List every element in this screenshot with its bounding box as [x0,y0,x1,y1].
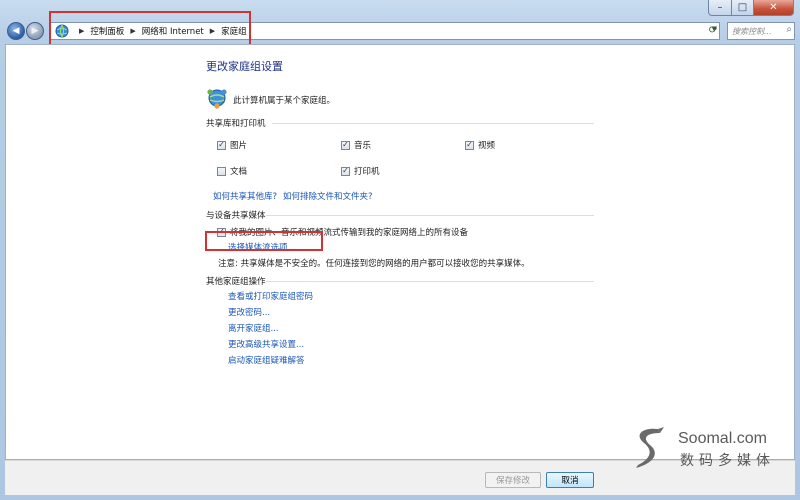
search-placeholder: 搜索控制... [732,26,772,36]
checkbox-music[interactable]: ✓ 音乐 [341,139,371,151]
breadcrumb-network-internet[interactable]: 网络和 Internet [142,25,204,37]
address-bar[interactable]: ▶ 控制面板 ▶ 网络和 Internet ▶ 家庭组 ▼ [50,22,720,40]
refresh-icon: ⟳ [708,24,718,36]
checkbox-label: 文档 [230,167,248,177]
checkbox-box[interactable]: ✓ [217,140,226,150]
link-media-stream-options[interactable]: 选择媒体流选项... [228,241,296,253]
chevron-right-icon: ▶ [79,27,85,35]
checkbox-box[interactable]: ✓ [217,227,226,237]
link-exclude-files[interactable]: 如何排除文件和文件夹? [283,190,373,202]
close-button[interactable]: ✕ [754,0,794,16]
search-input[interactable]: 搜索控制... ⌕ [727,22,795,40]
maximize-button[interactable]: □ [732,0,754,16]
checkbox-printers[interactable]: ✓ 打印机 [341,165,380,177]
link-troubleshooter[interactable]: 启动家庭组疑难解答 [228,354,305,366]
link-advanced-sharing[interactable]: 更改高级共享设置... [228,338,304,350]
watermark-brand-cn: 数码多媒体 [680,453,775,469]
watermark: Soomal.com 数码多媒体 [628,425,778,470]
checkbox-label: 打印机 [354,167,380,177]
checkbox-pictures[interactable]: ✓ 图片 [217,139,247,151]
minimize-button[interactable]: – [708,0,732,16]
homegroup-icon [207,89,227,109]
navigation-bar: ◀ ▶ ▶ 控制面板 ▶ 网络和 Internet ▶ 家庭组 ▼ ⟳ 搜索控制… [0,19,800,43]
link-leave-homegroup[interactable]: 离开家庭组... [228,322,279,334]
arrow-right-icon: ▶ [31,26,39,36]
forward-button[interactable]: ▶ [26,22,44,40]
network-globe-icon [55,24,69,38]
checkbox-box[interactable]: ✓ [465,140,474,150]
back-button[interactable]: ◀ [7,22,25,40]
save-changes-button[interactable]: 保存修改 [485,472,541,488]
section-header-media: 与设备共享媒体 [206,211,266,221]
watermark-brand-en: Soomal.com [678,430,767,447]
homegroup-status: 此计算机属于某个家庭组。 [233,96,336,106]
checkbox-box[interactable]: ✓ [341,166,350,176]
breadcrumb-homegroup[interactable]: 家庭组 [221,25,247,37]
divider [272,123,594,124]
checkbox-box[interactable]: ✓ [341,140,350,150]
link-change-password[interactable]: 更改密码... [228,306,270,318]
content-pane [5,44,795,460]
window-controls: – □ ✕ [708,0,794,16]
checkbox-label: 视频 [478,141,496,151]
checkbox-video[interactable]: ✓ 视频 [465,139,495,151]
divider [266,281,594,282]
soomal-logo-icon [636,427,664,468]
checkbox-label: 音乐 [354,141,372,151]
divider [266,215,594,216]
checkbox-box[interactable] [217,166,226,176]
arrow-left-icon: ◀ [12,26,20,36]
section-header-other-actions: 其他家庭组操作 [206,277,266,287]
search-icon: ⌕ [786,24,792,35]
checkbox-stream-media[interactable]: ✓ 将我的图片、音乐和视频流式传输到我的家庭网络上的所有设备 [217,226,468,238]
breadcrumb-control-panel[interactable]: 控制面板 [90,25,124,37]
chevron-right-icon: ▶ [130,27,136,35]
checkbox-documents[interactable]: 文档 [217,165,247,177]
security-note: 注意: 共享媒体是不安全的。任何连接到您的网络的用户都可以接收您的共享媒体。 [218,259,530,269]
link-share-other-libraries[interactable]: 如何共享其他库? [213,190,277,202]
section-header-libraries: 共享库和打印机 [206,119,266,129]
page-title: 更改家庭组设置 [206,60,283,73]
chevron-right-icon: ▶ [209,27,216,35]
refresh-button[interactable]: ⟳ [706,23,720,37]
cancel-button[interactable]: 取消 [546,472,594,488]
checkbox-label: 图片 [230,141,248,151]
checkbox-label: 将我的图片、音乐和视频流式传输到我的家庭网络上的所有设备 [230,228,469,238]
title-bar: – □ ✕ [0,0,800,18]
link-view-password[interactable]: 查看或打印家庭组密码 [228,290,313,302]
